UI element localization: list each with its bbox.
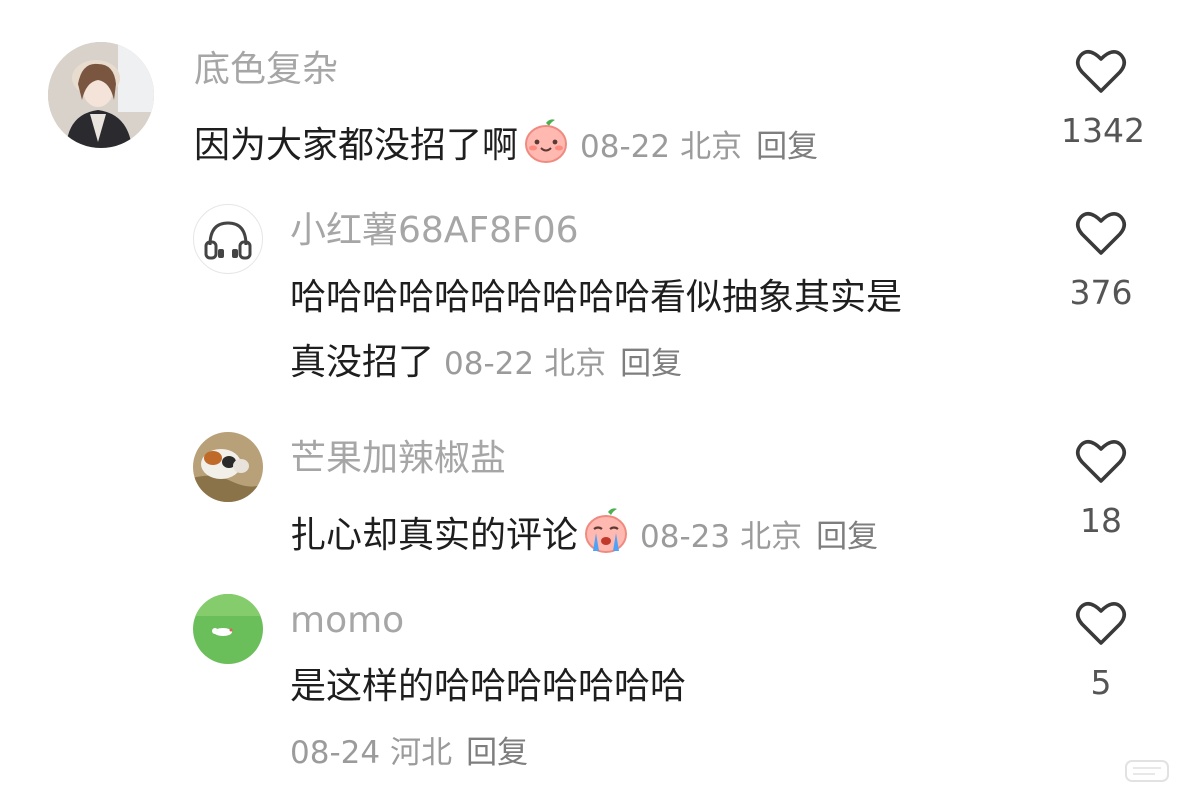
comment-location: 北京 bbox=[680, 129, 743, 165]
comment-text-line: 真没招了 08-22 北京 回复 bbox=[290, 345, 682, 381]
comment-date: 08-23 bbox=[640, 519, 731, 555]
comment-text: 哈哈哈哈哈哈哈哈哈哈看似抽象其实是 bbox=[290, 277, 903, 318]
reply-button[interactable]: 回复 bbox=[466, 735, 528, 771]
comment-text: 真没招了 bbox=[290, 342, 435, 383]
username[interactable]: 小红薯68AF8F06 bbox=[290, 213, 579, 249]
like-count: 5 bbox=[1090, 663, 1112, 702]
like-count: 376 bbox=[1069, 273, 1133, 312]
like-button[interactable]: 1342 bbox=[1061, 48, 1145, 150]
comment-location: 河北 bbox=[390, 735, 453, 771]
comment-text-line: 扎心却真实的评论 08-23 北京 回复 bbox=[290, 507, 878, 555]
comment-meta: 08-24 河北 回复 bbox=[290, 738, 528, 769]
like-button[interactable]: 376 bbox=[1061, 210, 1141, 309]
username[interactable]: 底色复杂 bbox=[194, 52, 338, 88]
comment-text: 是这样的哈哈哈哈哈哈哈 bbox=[290, 666, 687, 707]
watermark-icon bbox=[1125, 760, 1169, 782]
comment-date: 08-22 bbox=[580, 129, 671, 165]
heart-icon bbox=[1075, 602, 1127, 645]
comment-date: 08-24 bbox=[290, 735, 381, 771]
comment-text: 因为大家都没招了啊 bbox=[194, 125, 519, 166]
like-button[interactable]: 5 bbox=[1061, 600, 1141, 699]
heart-icon bbox=[1075, 440, 1127, 483]
avatar[interactable] bbox=[193, 204, 263, 274]
comment-date: 08-22 bbox=[444, 346, 535, 382]
username[interactable]: momo bbox=[290, 603, 404, 639]
comment-location: 北京 bbox=[544, 346, 607, 382]
crying-peach-icon bbox=[582, 507, 630, 555]
reply-button[interactable]: 回复 bbox=[620, 346, 682, 382]
username[interactable]: 芒果加辣椒盐 bbox=[290, 441, 506, 477]
avatar[interactable] bbox=[193, 432, 263, 502]
heart-icon bbox=[1075, 212, 1127, 255]
headphones-icon bbox=[204, 221, 252, 260]
like-button[interactable]: 18 bbox=[1061, 438, 1141, 537]
avatar[interactable] bbox=[48, 42, 154, 148]
heart-icon bbox=[1075, 50, 1127, 93]
reply-button[interactable]: 回复 bbox=[756, 129, 818, 165]
avatar[interactable] bbox=[193, 594, 263, 664]
like-count: 1342 bbox=[1061, 111, 1145, 150]
comment-text-line: 因为大家都没招了啊 08-22 北京 回复 bbox=[194, 117, 818, 165]
comment-text: 扎心却真实的评论 bbox=[290, 515, 579, 556]
like-count: 18 bbox=[1080, 501, 1122, 540]
smiling-peach-icon bbox=[522, 117, 570, 165]
reply-button[interactable]: 回复 bbox=[816, 519, 878, 555]
comment-location: 北京 bbox=[740, 519, 803, 555]
